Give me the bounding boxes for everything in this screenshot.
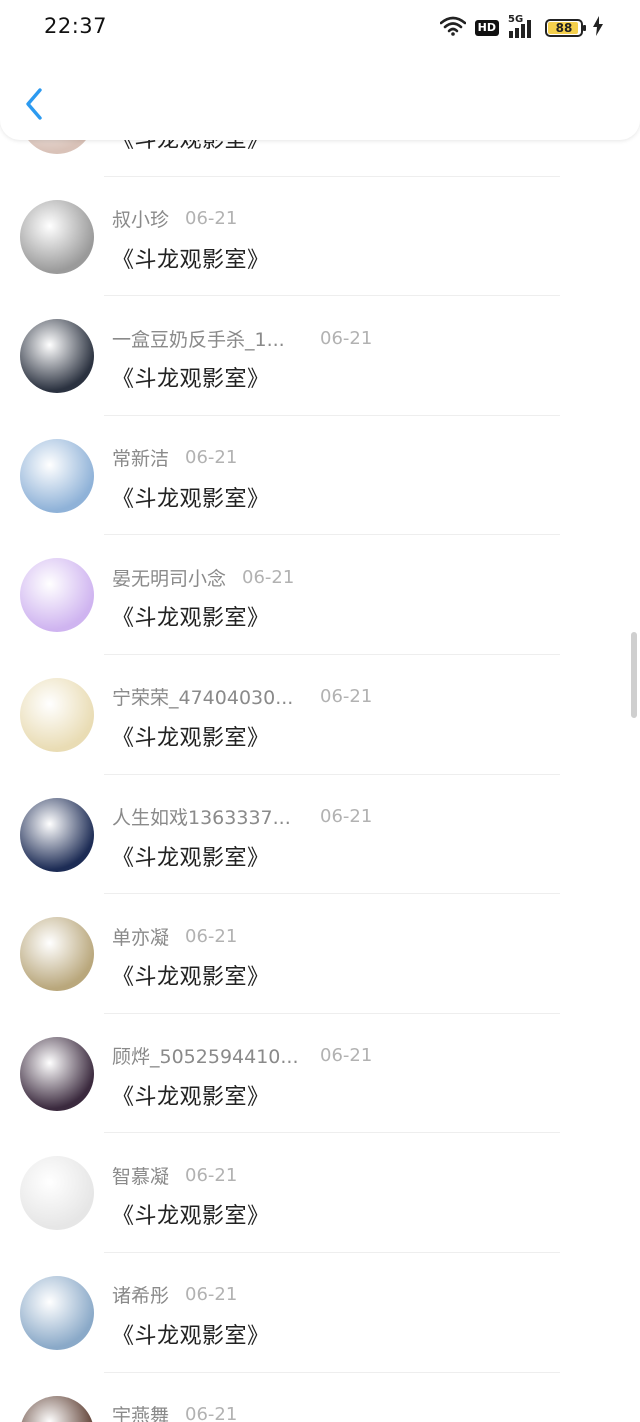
row-divider [104, 653, 560, 655]
comment-text: 《斗龙观影室》 [112, 1323, 270, 1349]
battery-indicator: 88 [545, 19, 586, 37]
row-divider [104, 1251, 560, 1253]
avatar[interactable] [20, 438, 94, 513]
commenter-name[interactable]: 宁荣荣_47404030... [112, 683, 293, 710]
avatar[interactable] [20, 319, 94, 394]
comment-meta: 一盒豆奶反手杀_1... 06-21 [112, 325, 372, 352]
top-bar: 22:37 HD 5G 88 [0, 0, 640, 140]
row-divider [104, 893, 560, 895]
commenter-name[interactable]: 诸希彤 [112, 1281, 169, 1308]
avatar[interactable] [20, 1395, 94, 1422]
comment-row[interactable]: 一盒豆奶反手杀_1... 06-21 《斗龙观影室》 [0, 295, 640, 415]
comment-meta: 人生如戏1363337... 06-21 [112, 803, 372, 830]
comment-row[interactable]: 晏无明司小念 06-21 《斗龙观影室》 [0, 534, 640, 654]
status-time: 22:37 [44, 14, 108, 38]
back-button[interactable] [20, 84, 54, 124]
status-icons: HD 5G 88 [439, 14, 604, 40]
comment-text: 《斗龙观影室》 [112, 965, 270, 991]
comment-row[interactable]: 人生如戏1363337... 06-21 《斗龙观影室》 [0, 773, 640, 894]
comment-text: 《斗龙观影室》 [112, 247, 270, 273]
row-divider [104, 1132, 560, 1134]
comment-text: 《斗龙观影室》 [112, 486, 270, 512]
row-divider [104, 773, 560, 775]
commenter-name[interactable]: 常新洁 [112, 444, 169, 471]
avatar[interactable] [20, 1156, 94, 1231]
comment-meta: 诸希彤 06-21 [112, 1282, 237, 1308]
comment-row[interactable]: 宁荣荣_47404030... 06-21 《斗龙观影室》 [0, 653, 640, 774]
comment-meta: 宁荣荣_47404030... 06-21 [112, 683, 372, 710]
comment-row[interactable]: 单亦凝 06-21 《斗龙观影室》 [0, 893, 640, 1013]
avatar[interactable] [20, 797, 94, 872]
signal-5g-icon: 5G [508, 14, 536, 39]
comment-date: 06-21 [185, 208, 238, 230]
avatar[interactable] [20, 1036, 94, 1111]
comment-meta: 晏无明司小念 06-21 [112, 564, 294, 590]
comment-meta: 叔小珍 06-21 [112, 206, 237, 232]
comment-date: 06-21 [185, 925, 238, 947]
avatar[interactable] [20, 677, 94, 752]
charging-icon [592, 16, 604, 40]
commenter-name[interactable]: 叔小珍 [112, 205, 169, 232]
commenter-name[interactable]: 单亦凝 [112, 923, 169, 950]
commenter-name[interactable]: 人生如戏1363337... [112, 803, 291, 830]
row-divider [104, 414, 560, 416]
commenter-name[interactable]: 宇燕舞 [112, 1401, 169, 1422]
row-divider [104, 1371, 560, 1373]
hd-badge: HD [474, 20, 499, 36]
avatar[interactable] [20, 917, 94, 992]
comment-row[interactable]: 常新洁 06-21 《斗龙观影室》 [0, 414, 640, 535]
comment-date: 06-21 [320, 1045, 373, 1067]
comment-row[interactable]: 诸希彤 06-21 《斗龙观影室》 [0, 1251, 640, 1372]
scrollbar[interactable] [631, 632, 637, 718]
comment-date: 06-21 [320, 806, 373, 828]
comment-date: 06-21 [320, 686, 373, 708]
avatar[interactable] [20, 1275, 94, 1350]
comment-meta: 顾烨_5052594410... 06-21 [112, 1042, 372, 1069]
commenter-name[interactable]: 智慕凝 [112, 1162, 169, 1189]
comment-meta: 宇燕舞 06-21 [112, 1402, 237, 1422]
row-divider [104, 295, 560, 297]
comment-date: 06-21 [185, 1284, 238, 1306]
comment-date: 06-21 [320, 327, 373, 349]
comment-text: 《斗龙观影室》 [112, 367, 270, 393]
comment-date: 06-21 [185, 1164, 238, 1186]
wifi-icon [439, 16, 466, 40]
battery-level: 88 [555, 21, 573, 35]
avatar[interactable] [20, 558, 94, 633]
comment-date: 06-21 [242, 566, 295, 588]
comment-meta: 智慕凝 06-21 [112, 1162, 237, 1188]
row-divider [104, 534, 560, 536]
comment-text: 《斗龙观影室》 [112, 1084, 270, 1110]
comment-list[interactable]: 《斗龙观影室》 叔小珍 06-21 《斗龙观影室》 一盒豆奶反手杀_1... 06-21 《… [0, 56, 640, 1422]
comment-row[interactable]: 顾烨_5052594410... 06-21 《斗龙观影室》 [0, 1012, 640, 1133]
row-divider [104, 175, 560, 177]
comment-text: 《斗龙观影室》 [112, 845, 270, 871]
comment-text: 《斗龙观影室》 [112, 1204, 270, 1230]
commenter-name[interactable]: 顾烨_5052594410... [112, 1042, 299, 1069]
comment-text: 《斗龙观影室》 [112, 606, 270, 632]
chevron-left-icon [20, 88, 54, 128]
avatar[interactable] [20, 199, 94, 274]
comment-meta: 常新洁 06-21 [112, 445, 237, 471]
comment-date: 06-21 [185, 447, 238, 469]
comment-date: 06-21 [185, 1404, 238, 1422]
comment-row[interactable]: 智慕凝 06-21 《斗龙观影室》 [0, 1132, 640, 1252]
comment-text: 《斗龙观影室》 [112, 725, 270, 751]
row-divider [104, 1012, 560, 1014]
comment-meta: 单亦凝 06-21 [112, 923, 237, 949]
comment-row[interactable]: 叔小珍 06-21 《斗龙观影室》 [0, 175, 640, 296]
commenter-name[interactable]: 一盒豆奶反手杀_1... [112, 325, 285, 352]
commenter-name[interactable]: 晏无明司小念 [112, 564, 226, 591]
comment-row[interactable]: 宇燕舞 06-21 [0, 1371, 640, 1422]
